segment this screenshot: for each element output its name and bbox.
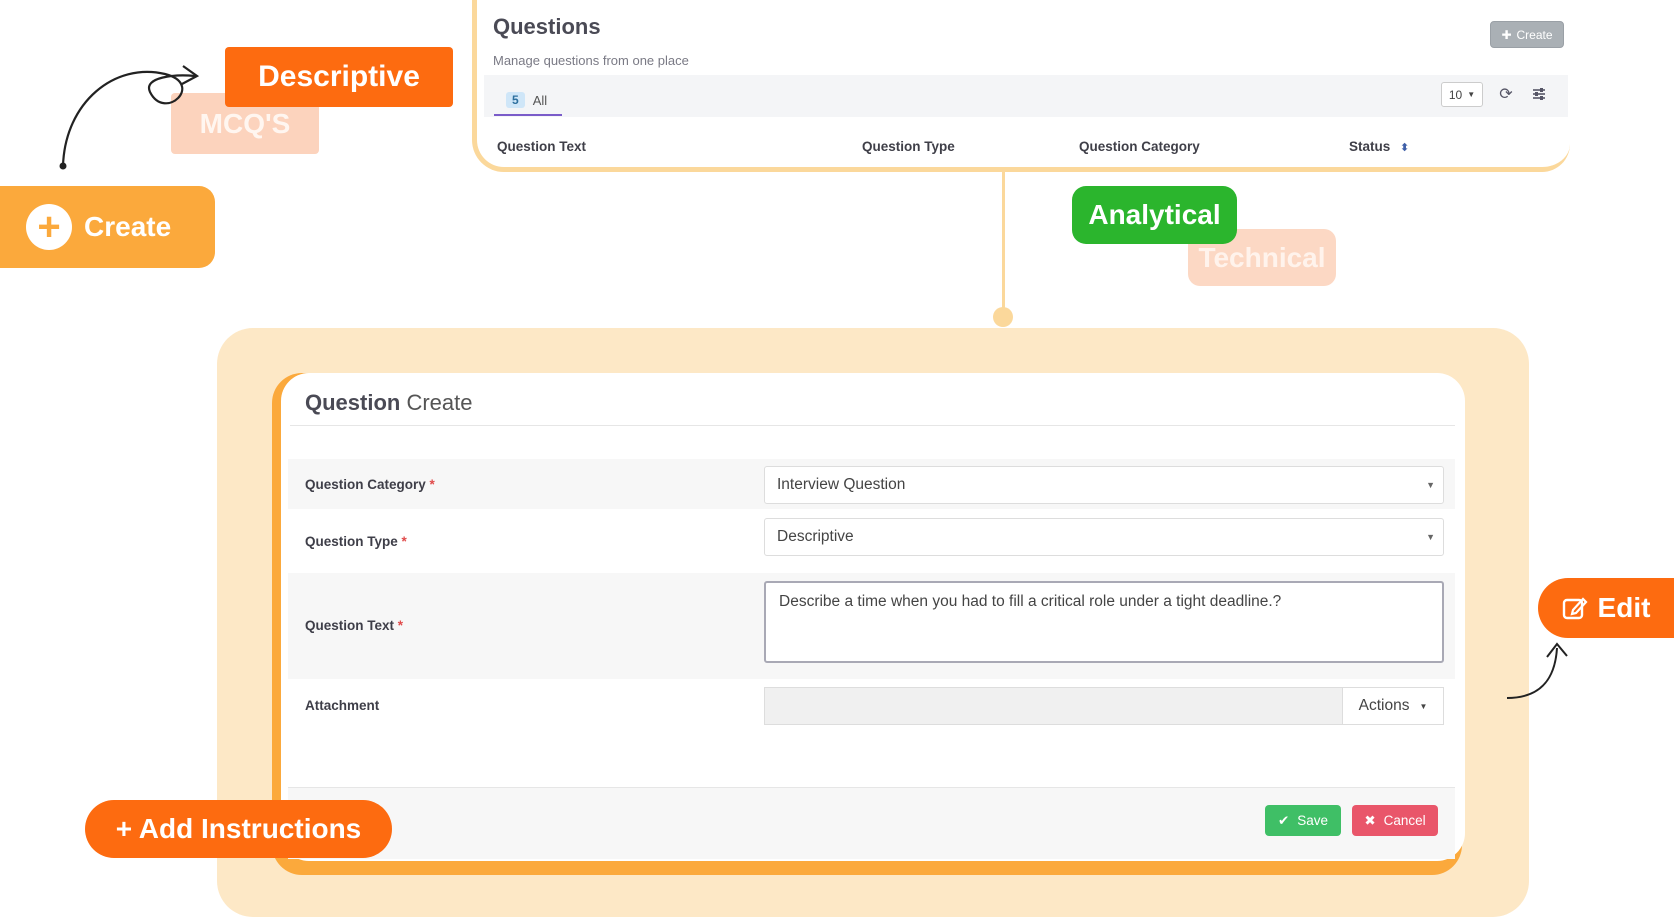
- column-header-question-text[interactable]: Question Text: [497, 139, 586, 154]
- connector-dot: [993, 307, 1013, 327]
- curved-arrow-icon: [1506, 642, 1568, 699]
- tab-bar: [484, 75, 1568, 117]
- column-header-question-category[interactable]: Question Category: [1079, 139, 1200, 154]
- attachment-input[interactable]: [764, 687, 1343, 725]
- create-annotation: + Create: [0, 186, 215, 268]
- curved-arrow-icon: [59, 65, 200, 170]
- page-title: Questions: [493, 14, 601, 39]
- category-select[interactable]: Interview Question ▼: [764, 466, 1444, 504]
- text-label-text: Question Text: [305, 618, 395, 633]
- create-button[interactable]: ✚ Create: [1490, 21, 1564, 48]
- column-header-question-type[interactable]: Question Type: [862, 139, 955, 154]
- category-label: Question Category *: [305, 477, 435, 492]
- form-title-rest: Create: [400, 390, 473, 415]
- column-header-status[interactable]: Status ⬍: [1349, 139, 1409, 154]
- caret-down-icon: ▼: [1426, 532, 1435, 542]
- connector-line: [1002, 170, 1005, 318]
- edit-annotation: Edit: [1538, 578, 1674, 638]
- type-label: Question Type *: [305, 534, 407, 549]
- actions-label: Actions: [1358, 697, 1410, 714]
- required-mark: *: [429, 477, 435, 492]
- per-page-select[interactable]: 10 ▼: [1441, 82, 1483, 107]
- plus-icon: ✚: [1501, 27, 1512, 42]
- add-instructions-annotation: + Add Instructions: [85, 800, 392, 858]
- close-icon: ✖: [1364, 812, 1376, 828]
- form-divider: [290, 425, 1455, 426]
- cancel-button-label: Cancel: [1383, 813, 1426, 828]
- question-text-input[interactable]: Describe a time when you had to fill a c…: [764, 581, 1444, 663]
- type-value: Descriptive: [777, 528, 854, 545]
- category-label-text: Question Category: [305, 477, 426, 492]
- edit-annotation-label: Edit: [1597, 592, 1651, 623]
- create-annotation-label: Create: [84, 211, 172, 242]
- form-title: Question Create: [305, 390, 473, 416]
- text-label: Question Text *: [305, 618, 403, 633]
- type-select[interactable]: Descriptive ▼: [764, 518, 1444, 556]
- attachment-label: Attachment: [305, 698, 380, 713]
- create-button-label: Create: [1516, 27, 1553, 42]
- analytical-label: Analytical: [1072, 186, 1237, 244]
- tab-all-label: All: [532, 92, 548, 108]
- required-mark: *: [397, 618, 404, 633]
- check-icon: ✔: [1277, 812, 1290, 828]
- per-page-value: 10: [1448, 87, 1463, 102]
- tab-all[interactable]: 5 All: [494, 86, 562, 116]
- count-badge: 5: [506, 92, 525, 108]
- required-mark: *: [401, 534, 407, 549]
- category-value: Interview Question: [777, 476, 906, 493]
- column-header-status-label: Status: [1349, 139, 1391, 154]
- caret-down-icon: ▼: [1426, 480, 1435, 490]
- caret-down-icon: ▼: [1467, 90, 1476, 99]
- form-title-bold: Question: [305, 390, 401, 415]
- attachment-actions-dropdown[interactable]: Actions ▼: [1342, 687, 1444, 725]
- cancel-button[interactable]: ✖ Cancel: [1352, 805, 1438, 836]
- descriptive-label: Descriptive: [225, 47, 453, 107]
- type-label-text: Question Type: [305, 534, 398, 549]
- plus-circle-icon: +: [26, 204, 72, 250]
- sort-icon: ⬍: [1400, 142, 1410, 154]
- save-button-label: Save: [1297, 813, 1329, 828]
- save-button[interactable]: ✔ Save: [1265, 805, 1341, 836]
- page-subtitle: Manage questions from one place: [493, 53, 689, 68]
- edit-icon: [1562, 597, 1588, 620]
- caret-down-icon: ▼: [1419, 701, 1428, 711]
- refresh-icon[interactable]: ⟳: [1496, 84, 1516, 104]
- filter-sliders-icon[interactable]: [1529, 84, 1549, 104]
